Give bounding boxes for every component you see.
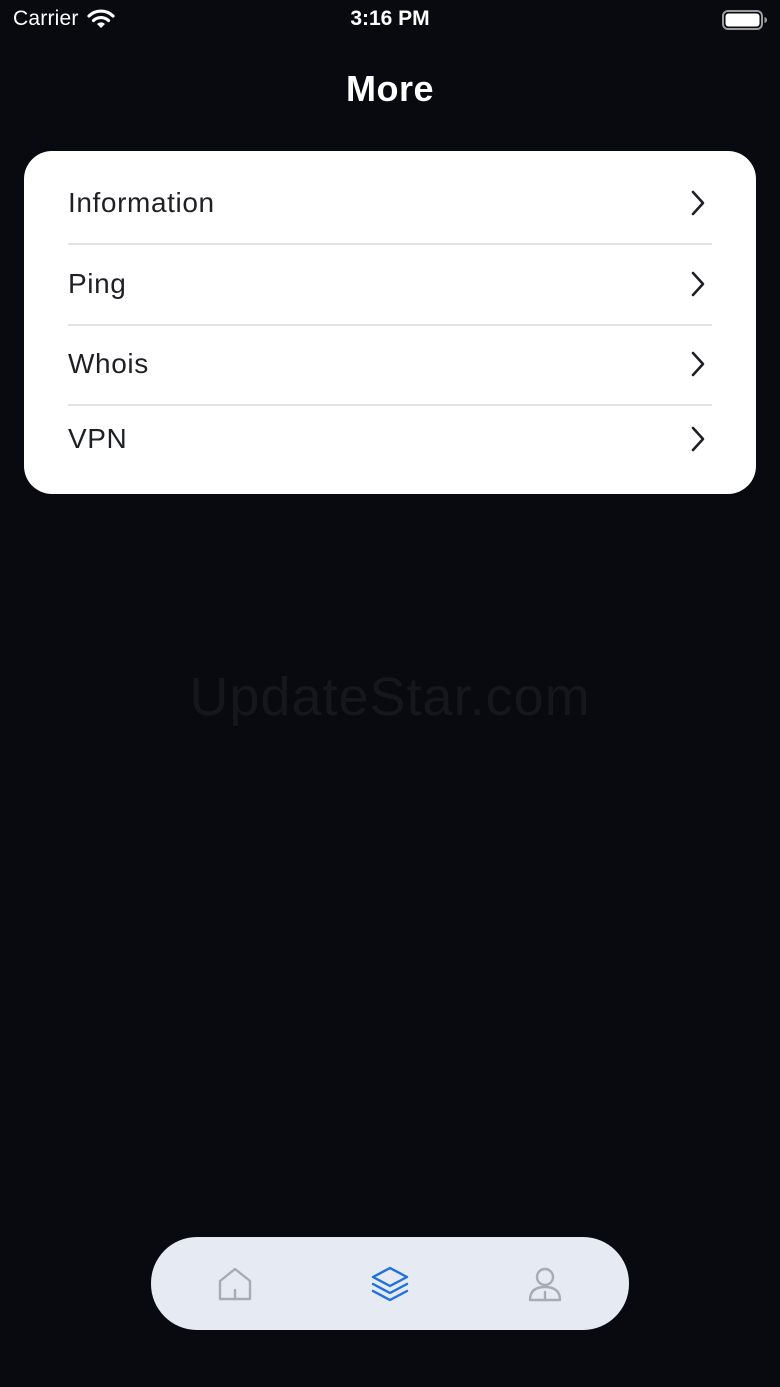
menu-item-label: Information [68,187,215,218]
tab-profile[interactable] [485,1237,605,1330]
profile-icon [528,1267,562,1301]
chevron-right-icon [691,426,705,452]
menu-item-information[interactable]: Information [68,163,712,245]
page-title: More [345,68,434,109]
menu-item-vpn[interactable]: VPN [68,399,712,479]
status-time: 3:16 PM [350,7,430,30]
tab-bar [151,1237,629,1330]
watermark: UpdateStar.com [189,667,591,727]
battery-icon [722,10,767,30]
home-icon [218,1267,252,1300]
menu-card: Information Ping Whois VPN [24,151,756,494]
tab-home[interactable] [175,1237,295,1330]
layers-icon [371,1266,409,1301]
chevron-right-icon [691,190,705,216]
menu-item-label: VPN [68,423,128,454]
status-bar: Carrier 3:16 PM [0,0,780,40]
chevron-right-icon [691,271,705,297]
menu-item-label: Whois [68,348,149,379]
menu-item-whois[interactable]: Whois [68,324,712,406]
chevron-right-icon [691,351,705,377]
menu-item-ping[interactable]: Ping [68,244,712,326]
tab-more[interactable] [330,1237,450,1330]
menu-item-label: Ping [68,268,127,299]
